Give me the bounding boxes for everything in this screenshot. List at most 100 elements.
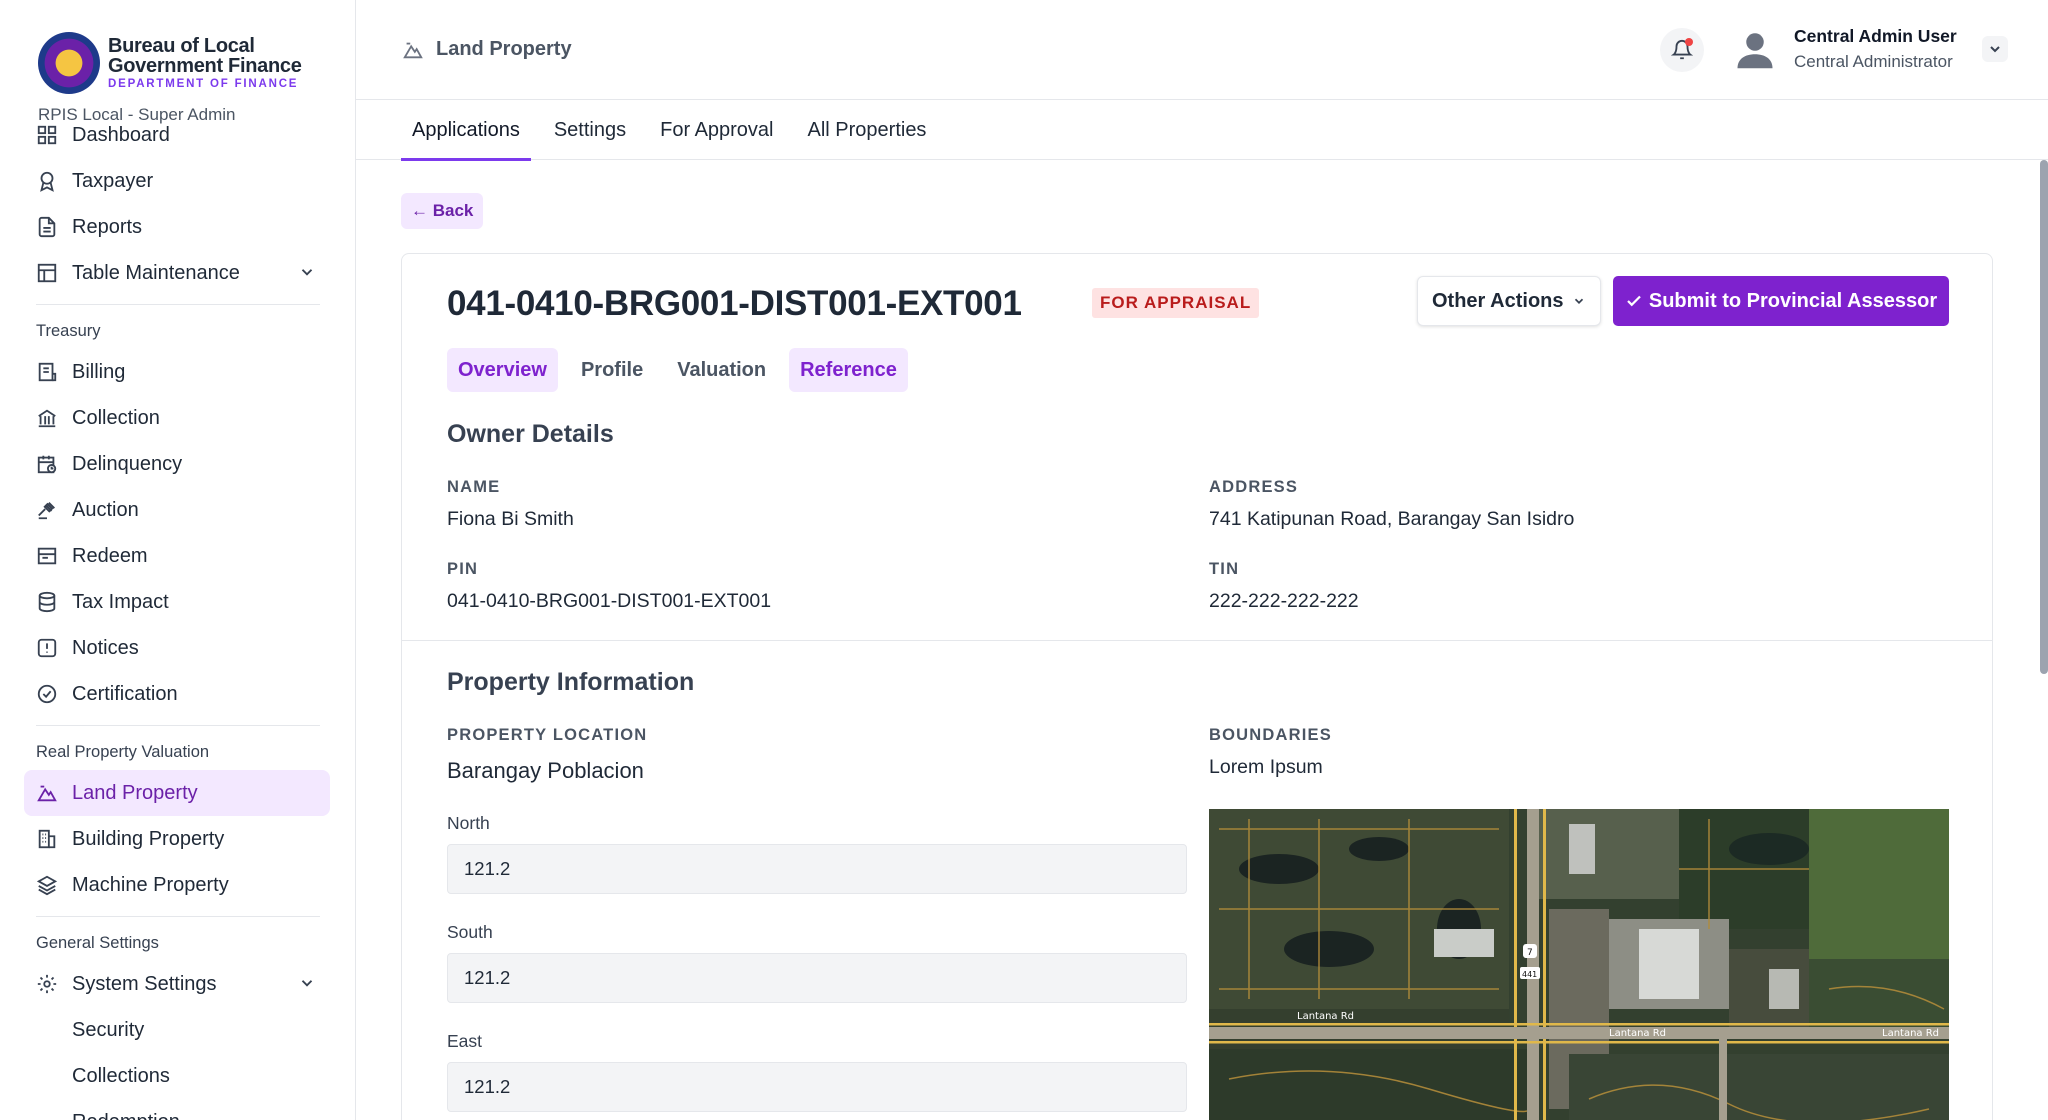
sidebar-item-label: Certification (72, 682, 178, 705)
alert-square-icon (36, 637, 58, 659)
sidebar-item-tax-impact[interactable]: Tax Impact (24, 579, 330, 625)
sidebar-item-auction[interactable]: Auction (24, 487, 330, 533)
sidebar-item-label: Machine Property (72, 873, 229, 896)
sidebar-item-table-maintenance[interactable]: Table Maintenance (24, 250, 330, 296)
sidebar-item-label: Delinquency (72, 452, 183, 475)
brand-text: Bureau of Local Government Finance DEPAR… (108, 36, 302, 91)
north-input[interactable]: 121.2 (447, 844, 1187, 894)
owner-name-value: Fiona Bi Smith (447, 508, 574, 530)
sidebar-subitem-redemption[interactable]: Redemption (24, 1099, 330, 1120)
boundaries-label: BOUNDARIES (1209, 726, 1332, 744)
owner-details-title: Owner Details (447, 420, 614, 448)
file-text-icon (36, 216, 58, 238)
subtab-reference[interactable]: Reference (789, 348, 908, 392)
chevron-down-icon (1990, 46, 2000, 53)
user-name: Central Admin User (1794, 26, 1957, 46)
sidebar-item-system-settings[interactable]: System Settings (24, 961, 330, 1007)
sidebar-item-label: Collection (72, 406, 160, 429)
section-title-real-property-valuation: Real Property Valuation (36, 742, 210, 761)
sidebar-subitem-security[interactable]: Security (24, 1007, 330, 1053)
satellite-map[interactable]: Lantana Rd Lantana Rd Lantana Rd 7 441 (1209, 809, 1949, 1120)
tab-for-approval[interactable]: For Approval (649, 100, 784, 160)
sidebar-item-billing[interactable]: Billing (24, 349, 330, 395)
sidebar-item-delinquency[interactable]: Delinquency (24, 441, 330, 487)
subtab-profile[interactable]: Profile (570, 348, 654, 392)
south-label: South (447, 922, 493, 942)
calendar-clock-icon (36, 453, 58, 475)
grid-icon (36, 124, 58, 146)
building-icon (36, 828, 58, 850)
page-scrollbar[interactable] (2040, 160, 2048, 674)
other-actions-label: Other Actions (1432, 289, 1564, 312)
sidebar-subitem-collections[interactable]: Collections (24, 1053, 330, 1099)
main-content: Land Property Central Admin User Central… (356, 0, 2048, 1120)
sidebar-item-collection[interactable]: Collection (24, 395, 330, 441)
subtab-valuation[interactable]: Valuation (666, 348, 777, 392)
east-input[interactable]: 121.2 (447, 1062, 1187, 1112)
subtab-overview[interactable]: Overview (447, 348, 558, 392)
mountain-icon (36, 782, 58, 804)
owner-tin-value: 222-222-222-222 (1209, 590, 1359, 612)
sidebar-item-dashboard[interactable]: Dashboard (24, 112, 330, 158)
sidebar-item-label: Notices (72, 636, 139, 659)
property-information-title: Property Information (447, 668, 695, 696)
top-bar: Land Property Central Admin User Central… (356, 0, 2048, 100)
property-pin-title: 041-0410-BRG001-DIST001-EXT001 (447, 284, 1022, 323)
sidebar-item-land-property[interactable]: Land Property (24, 770, 330, 816)
database-icon (36, 591, 58, 613)
owner-address-label: ADDRESS (1209, 478, 1299, 496)
boundaries-value: Lorem Ipsum (1209, 756, 1323, 778)
sidebar-item-redeem[interactable]: Redeem (24, 533, 330, 579)
map-imagery: Lantana Rd Lantana Rd Lantana Rd 7 441 (1209, 809, 1949, 1120)
owner-pin-value: 041-0410-BRG001-DIST001-EXT001 (447, 590, 772, 612)
road-label: Lantana Rd (1297, 1011, 1354, 1022)
tab-applications[interactable]: Applications (401, 100, 531, 161)
sidebar-item-notices[interactable]: Notices (24, 625, 330, 671)
property-card: 041-0410-BRG001-DIST001-EXT001 FOR APPRA… (401, 253, 1993, 1120)
route-shield: 441 (1522, 970, 1537, 979)
sidebar-item-building-property[interactable]: Building Property (24, 816, 330, 862)
tab-settings[interactable]: Settings (543, 100, 637, 160)
badge-check-icon (36, 683, 58, 705)
south-input[interactable]: 121.2 (447, 953, 1187, 1003)
back-label: Back (432, 201, 474, 220)
east-label: East (447, 1031, 483, 1051)
tab-all-properties[interactable]: All Properties (797, 100, 938, 160)
brand-line-2: Government Finance (108, 54, 302, 77)
user-menu-button[interactable] (1982, 36, 2008, 62)
check-icon (1627, 295, 1641, 307)
award-icon (36, 170, 58, 192)
inbox-icon (36, 545, 58, 567)
sidebar-item-reports[interactable]: Reports (24, 204, 330, 250)
table-icon (36, 262, 58, 284)
status-badge: FOR APPRAISAL (1092, 288, 1260, 318)
owner-name-label: NAME (447, 478, 501, 496)
submit-to-provincial-assessor-button[interactable]: Submit to Provincial Assessor (1613, 276, 1949, 326)
chevron-down-icon (301, 269, 313, 276)
sidebar-item-taxpayer[interactable]: Taxpayer (24, 158, 330, 204)
owner-tin-label: TIN (1209, 560, 1240, 578)
arrow-left-icon: ← (411, 201, 433, 220)
back-button[interactable]: ← Back (401, 193, 484, 229)
sidebar-item-label: Taxpayer (72, 169, 154, 192)
chevron-down-icon (1574, 298, 1583, 304)
brand-line-3: DEPARTMENT OF FINANCE (108, 77, 299, 90)
owner-pin-label: PIN (447, 560, 479, 578)
chevron-down-icon (301, 980, 313, 987)
user-avatar-icon[interactable] (1734, 28, 1776, 70)
section-divider (402, 640, 1992, 641)
sidebar-item-machine-property[interactable]: Machine Property (24, 862, 330, 908)
notification-button[interactable] (1660, 28, 1704, 72)
brand[interactable]: Bureau of Local Government Finance DEPAR… (0, 0, 355, 94)
sidebar-item-label: Table Maintenance (72, 261, 240, 284)
sidebar-item-certification[interactable]: Certification (24, 671, 330, 717)
receipt-icon (36, 361, 58, 383)
layers-icon (36, 874, 58, 896)
mountain-icon (403, 42, 423, 58)
gavel-icon (36, 499, 58, 521)
other-actions-button[interactable]: Other Actions (1417, 276, 1601, 326)
route-shield: 7 (1527, 948, 1533, 958)
sidebar-item-label: Dashboard (72, 123, 170, 146)
sidebar-item-label: System Settings (72, 972, 217, 995)
submit-label: Submit to Provincial Assessor (1648, 289, 1938, 312)
